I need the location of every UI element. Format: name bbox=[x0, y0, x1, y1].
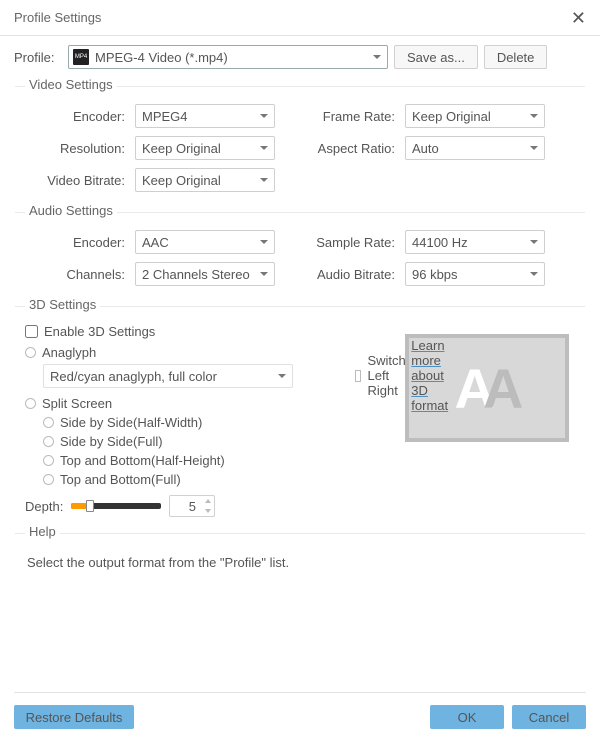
channels-label: Channels: bbox=[25, 267, 125, 282]
profile-row: Profile: MPEG-4 Video (*.mp4) Save as...… bbox=[0, 36, 600, 79]
switch-left-right-checkbox[interactable]: Switch Left Right bbox=[355, 353, 411, 398]
chevron-down-icon bbox=[260, 146, 268, 150]
radio-icon bbox=[43, 436, 54, 447]
radio-icon bbox=[43, 474, 54, 485]
tab-half-radio[interactable]: Top and Bottom(Half-Height) bbox=[43, 453, 355, 468]
chevron-down-icon bbox=[260, 178, 268, 182]
profile-label: Profile: bbox=[14, 50, 62, 65]
audio-settings-section: Audio Settings Encoder: AAC Sample Rate:… bbox=[14, 211, 586, 299]
chevron-down-icon bbox=[278, 374, 286, 378]
help-legend: Help bbox=[25, 524, 60, 539]
frame-rate-label: Frame Rate: bbox=[285, 109, 395, 124]
sbs-full-radio[interactable]: Side by Side(Full) bbox=[43, 434, 355, 449]
help-text: Select the output format from the "Profi… bbox=[25, 551, 575, 570]
encoder-label: Encoder: bbox=[25, 109, 125, 124]
audio-encoder-label: Encoder: bbox=[25, 235, 125, 250]
resolution-select[interactable]: Keep Original bbox=[135, 136, 275, 160]
chevron-down-icon bbox=[530, 114, 538, 118]
aspect-ratio-select[interactable]: Auto bbox=[405, 136, 545, 160]
profile-value: MPEG-4 Video (*.mp4) bbox=[95, 50, 383, 65]
profile-settings-dialog: Profile Settings ✕ Profile: MPEG-4 Video… bbox=[0, 0, 600, 743]
video-settings-section: Video Settings Encoder: MPEG4 Frame Rate… bbox=[14, 85, 586, 205]
radio-icon bbox=[25, 347, 36, 358]
enable-3d-checkbox[interactable]: Enable 3D Settings bbox=[25, 324, 355, 339]
split-screen-radio[interactable]: Split Screen bbox=[25, 396, 355, 411]
video-settings-legend: Video Settings bbox=[25, 77, 117, 92]
titlebar: Profile Settings ✕ bbox=[0, 0, 600, 36]
chevron-down-icon bbox=[530, 240, 538, 244]
aspect-ratio-label: Aspect Ratio: bbox=[285, 141, 395, 156]
chevron-down-icon bbox=[260, 240, 268, 244]
cancel-button[interactable]: Cancel bbox=[512, 705, 586, 729]
radio-icon bbox=[43, 455, 54, 466]
audio-encoder-select[interactable]: AAC bbox=[135, 230, 275, 254]
sample-rate-select[interactable]: 44100 Hz bbox=[405, 230, 545, 254]
resolution-label: Resolution: bbox=[25, 141, 125, 156]
profile-select[interactable]: MPEG-4 Video (*.mp4) bbox=[68, 45, 388, 69]
chevron-down-icon bbox=[373, 55, 381, 59]
radio-icon bbox=[25, 398, 36, 409]
anaglyph-radio[interactable]: Anaglyph bbox=[25, 345, 355, 360]
chevron-down-icon bbox=[260, 272, 268, 276]
tab-full-radio[interactable]: Top and Bottom(Full) bbox=[43, 472, 355, 487]
3d-settings-legend: 3D Settings bbox=[25, 297, 100, 312]
learn-more-3d-link[interactable]: Learn more about 3D format bbox=[411, 338, 448, 413]
3d-settings-section: 3D Settings Enable 3D Settings Anaglyph … bbox=[14, 305, 586, 528]
close-icon[interactable]: ✕ bbox=[571, 9, 586, 27]
checkbox-icon bbox=[355, 370, 361, 382]
bottom-bar: Restore Defaults OK Cancel bbox=[14, 692, 586, 729]
frame-rate-select[interactable]: Keep Original bbox=[405, 104, 545, 128]
chevron-down-icon bbox=[530, 272, 538, 276]
channels-select[interactable]: 2 Channels Stereo bbox=[135, 262, 275, 286]
radio-icon bbox=[43, 417, 54, 428]
anaglyph-type-select[interactable]: Red/cyan anaglyph, full color bbox=[43, 364, 293, 388]
video-encoder-select[interactable]: MPEG4 bbox=[135, 104, 275, 128]
help-section: Help Select the output format from the "… bbox=[14, 532, 586, 621]
audio-settings-legend: Audio Settings bbox=[25, 203, 117, 218]
audio-bitrate-label: Audio Bitrate: bbox=[285, 267, 395, 282]
mp4-file-icon bbox=[73, 49, 89, 65]
save-as-button[interactable]: Save as... bbox=[394, 45, 478, 69]
delete-button[interactable]: Delete bbox=[484, 45, 548, 69]
video-bitrate-label: Video Bitrate: bbox=[25, 173, 125, 188]
depth-row: Depth: 5 bbox=[25, 495, 355, 517]
chevron-down-icon bbox=[260, 114, 268, 118]
slider-thumb-icon[interactable] bbox=[86, 500, 94, 512]
audio-bitrate-select[interactable]: 96 kbps bbox=[405, 262, 545, 286]
ok-button[interactable]: OK bbox=[430, 705, 504, 729]
depth-stepper[interactable]: 5 bbox=[169, 495, 215, 517]
sample-rate-label: Sample Rate: bbox=[285, 235, 395, 250]
video-bitrate-select[interactable]: Keep Original bbox=[135, 168, 275, 192]
restore-defaults-button[interactable]: Restore Defaults bbox=[14, 705, 134, 729]
dialog-title: Profile Settings bbox=[14, 10, 101, 25]
depth-label: Depth: bbox=[25, 499, 63, 514]
depth-slider[interactable] bbox=[71, 503, 161, 509]
chevron-down-icon bbox=[530, 146, 538, 150]
sbs-half-radio[interactable]: Side by Side(Half-Width) bbox=[43, 415, 355, 430]
